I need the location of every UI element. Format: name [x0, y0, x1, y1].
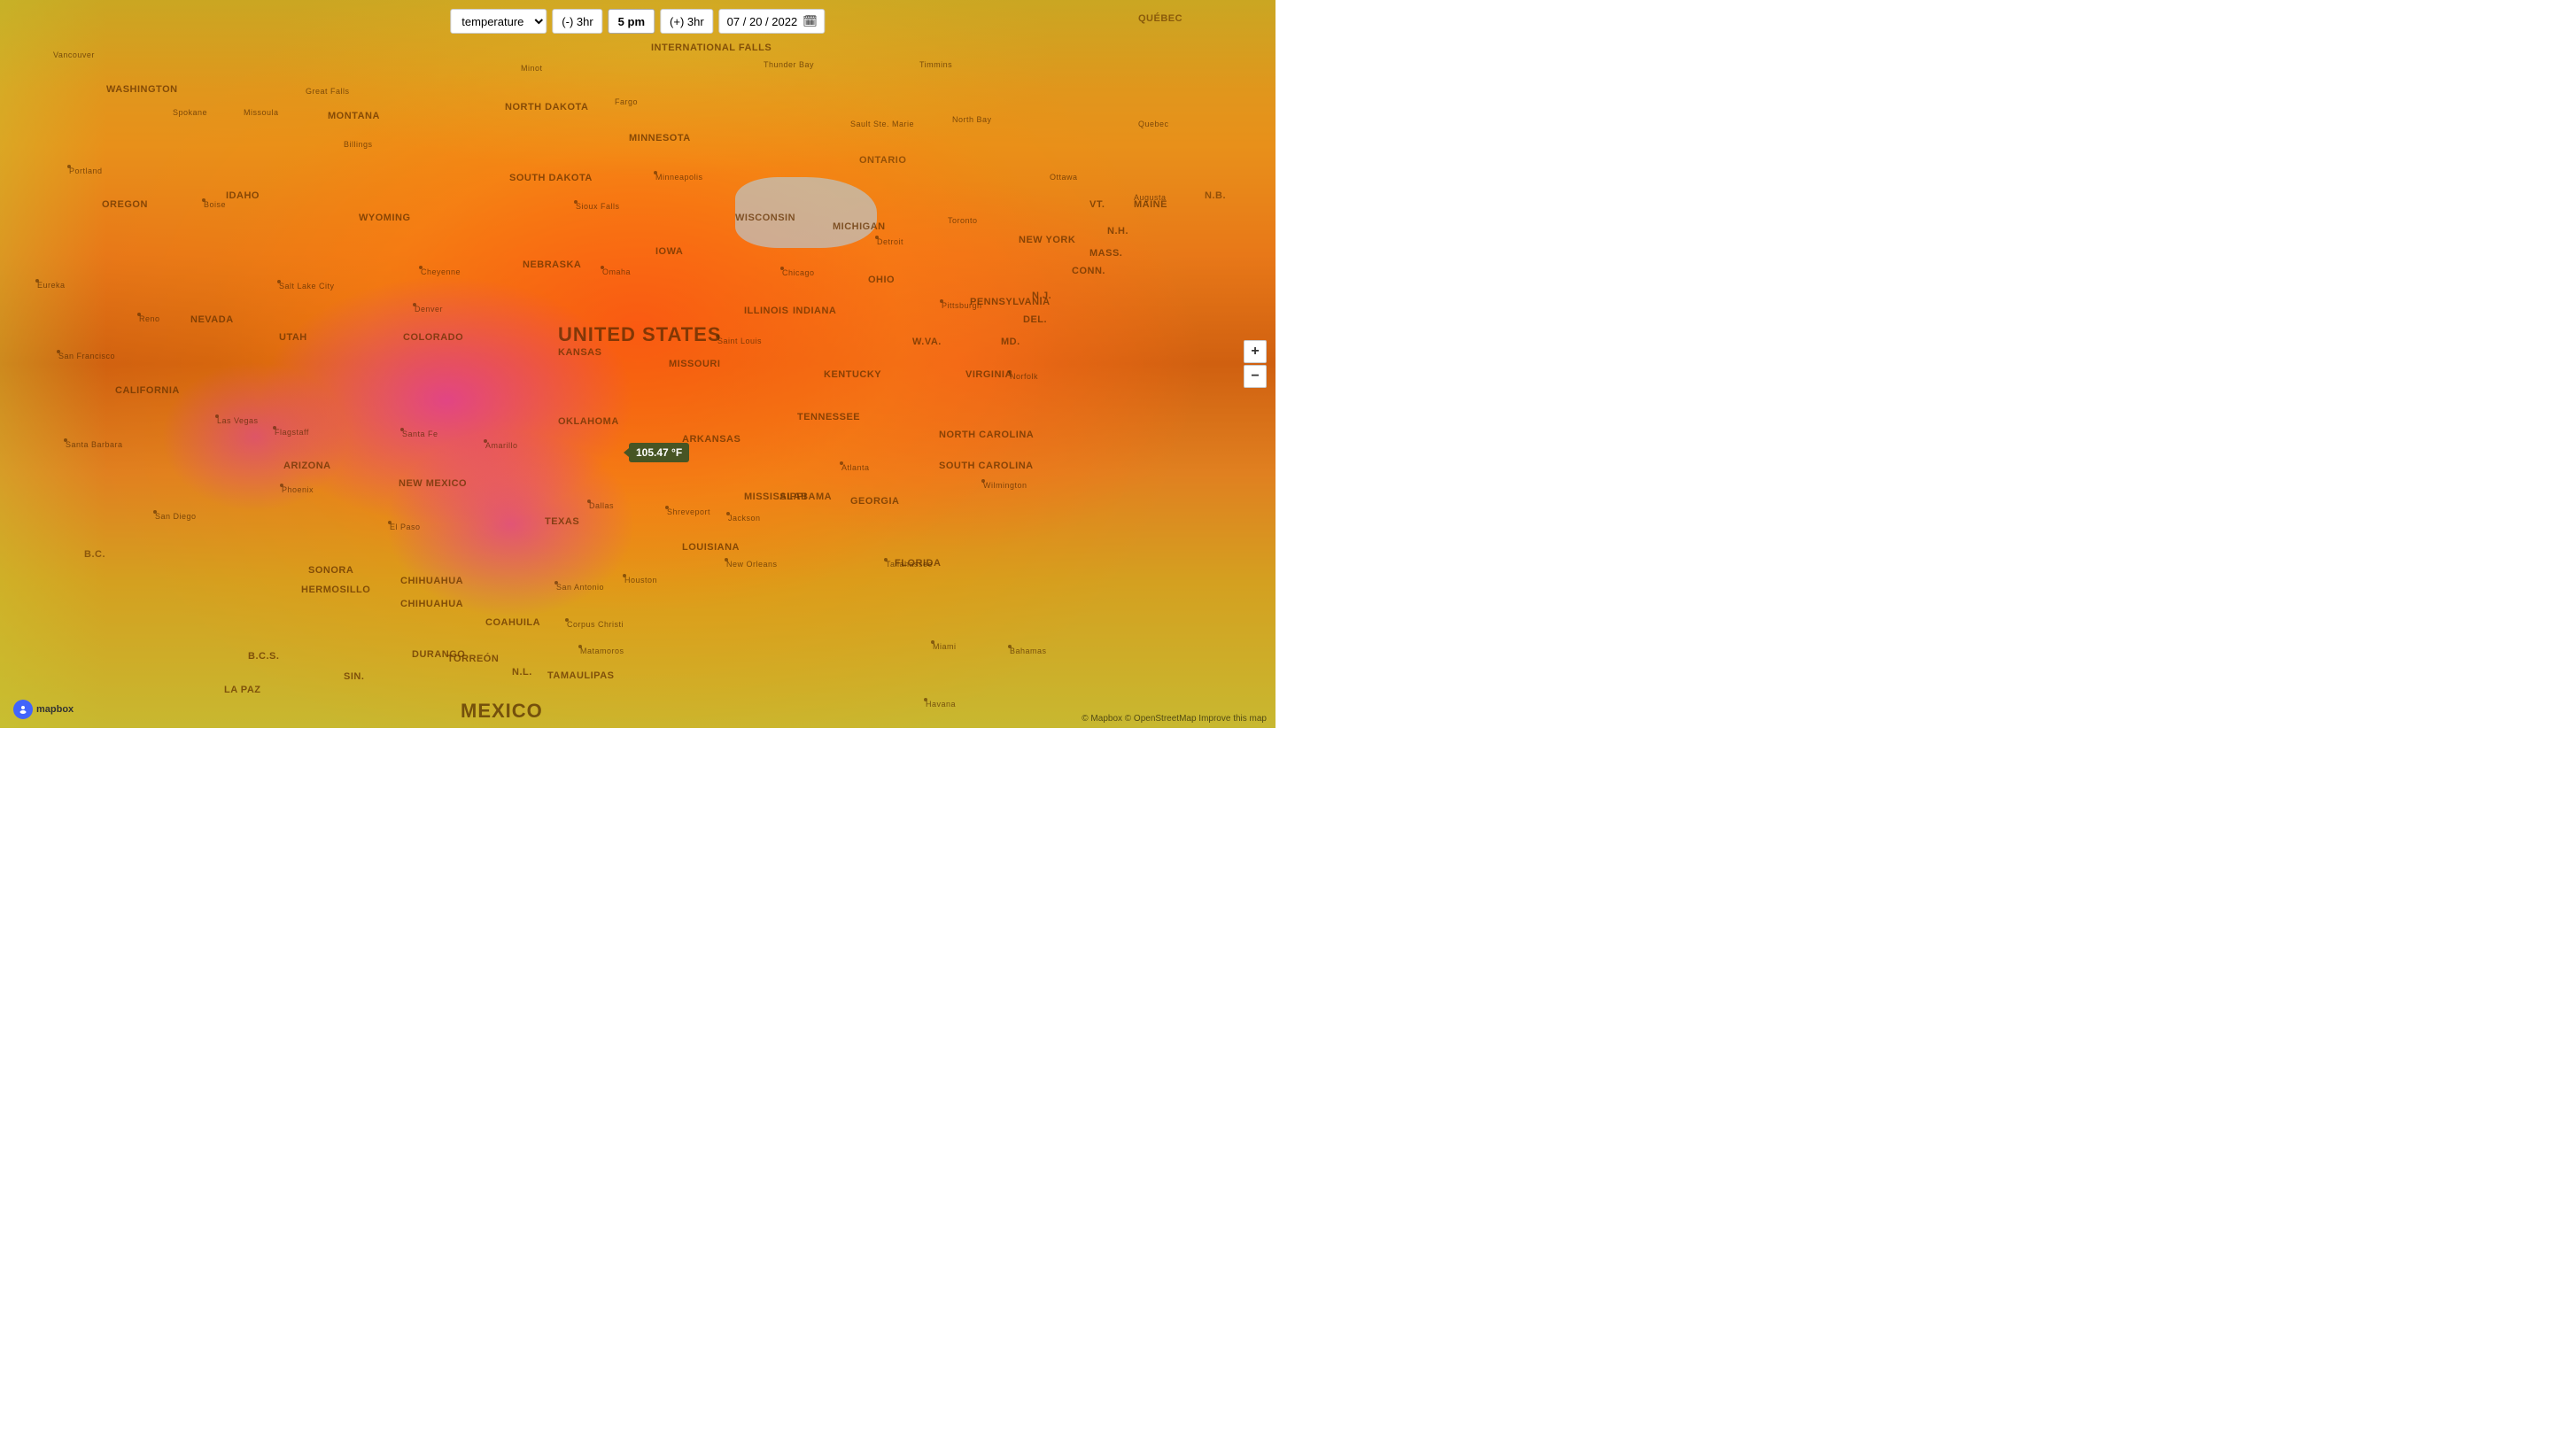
- great-lakes: [735, 177, 877, 248]
- mapbox-logo-text: mapbox: [36, 704, 74, 715]
- attribution-text: © Mapbox © OpenStreetMap Improve this ma…: [1082, 714, 1267, 724]
- map-container[interactable]: United StatesMexicoKANSASWASHINGTONOREGO…: [0, 0, 1276, 728]
- zoom-controls: + −: [1244, 340, 1267, 388]
- mapbox-logo-icon: [13, 700, 33, 719]
- attribution: © Mapbox © OpenStreetMap Improve this ma…: [1082, 714, 1267, 724]
- layer-dropdown[interactable]: temperature precipitation wind humidity …: [450, 9, 547, 34]
- calendar-icon: 🗓: [803, 14, 818, 28]
- map-cool-overlay-left: [0, 0, 106, 728]
- mapbox-svg-icon: [17, 703, 29, 716]
- temperature-tooltip: 105.47 °F: [629, 443, 689, 462]
- date-display[interactable]: 07 / 20 / 2022 🗓: [719, 9, 826, 34]
- time-display: 5 pm: [609, 9, 655, 34]
- zoom-in-button[interactable]: +: [1244, 340, 1267, 363]
- date-value: 07 / 20 / 2022: [727, 15, 798, 28]
- minus-3hr-button[interactable]: (-) 3hr: [552, 9, 602, 34]
- mapbox-logo[interactable]: mapbox: [13, 700, 74, 719]
- plus-3hr-button[interactable]: (+) 3hr: [660, 9, 714, 34]
- temperature-value: 105.47 °F: [636, 446, 682, 459]
- controls-bar: temperature precipitation wind humidity …: [450, 9, 825, 34]
- zoom-out-button[interactable]: −: [1244, 365, 1267, 388]
